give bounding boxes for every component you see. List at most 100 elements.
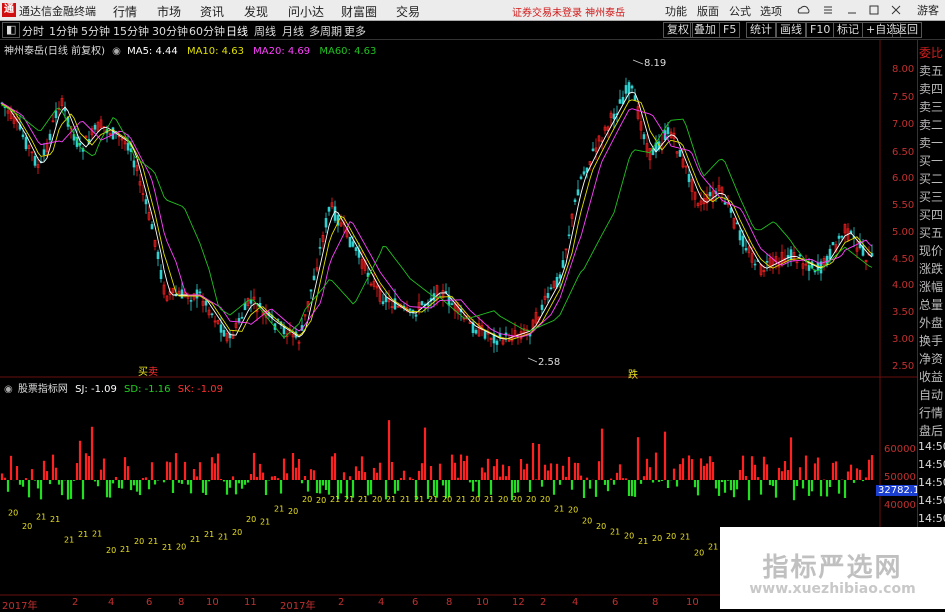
candle-body [240, 316, 244, 319]
maximize-icon[interactable] [869, 5, 879, 15]
candle-body [204, 300, 208, 306]
menu-news[interactable]: 资讯 [200, 3, 224, 20]
x-tick: 6 [612, 597, 619, 608]
signal-mark: 20 [372, 495, 382, 504]
period-monthly[interactable]: 月线 [282, 23, 304, 39]
menu-functions[interactable]: 功能 [665, 3, 687, 19]
period-more[interactable]: 更多 [344, 23, 366, 39]
panel-item[interactable]: 行情 [919, 404, 943, 421]
toolbar-left-toggle[interactable]: ◧ [2, 22, 21, 38]
panel-item[interactable]: 买三 [919, 188, 943, 205]
signal-mark: 20 [232, 528, 242, 537]
kline-chart[interactable]: 202021 212121 2120 2120 2121 202121 212020 2121… [0, 40, 917, 609]
candle-body [870, 253, 874, 257]
period-15min[interactable]: 15分钟 [113, 23, 149, 39]
toolbar-draw-line[interactable]: 画线 [776, 22, 806, 38]
toolbar-back[interactable]: 返回 [892, 22, 922, 38]
panel-item[interactable]: 买二 [919, 170, 943, 187]
panel-item[interactable]: 卖四 [919, 80, 943, 97]
panel-item[interactable]: 自动 [919, 386, 943, 403]
y-tick: 6.00 [892, 173, 915, 184]
guest-label[interactable]: 游客 [917, 2, 939, 18]
x-tick: 2 [540, 597, 547, 608]
trade-login-notice[interactable]: 证券交易未登录 神州泰岳 [512, 4, 625, 19]
panel-item[interactable]: 现价 [919, 242, 943, 259]
period-minute[interactable]: 分时 [22, 23, 44, 39]
menu-discover[interactable]: 发现 [244, 3, 268, 20]
candle-body [54, 110, 58, 119]
toolbar-overlay[interactable]: 叠加 [690, 22, 720, 38]
menu-market[interactable]: 市场 [157, 3, 181, 20]
period-1min[interactable]: 1分钟 [49, 23, 78, 39]
signal-mark: 21 [484, 495, 494, 504]
x-tick: 10 [686, 597, 699, 608]
panel-item[interactable]: 总量 [919, 296, 943, 313]
candle-body [33, 156, 37, 166]
candle-body [420, 301, 424, 306]
y-tick: 5.00 [892, 227, 915, 238]
y-tick: 8.00 [892, 64, 915, 75]
candle-body [828, 248, 832, 260]
toolbar-f5[interactable]: F5 [719, 22, 741, 38]
panel-item[interactable]: 卖一 [919, 134, 943, 151]
candle-body [351, 241, 355, 247]
menu-layout[interactable]: 版面 [697, 3, 719, 19]
candle-body [666, 127, 670, 134]
panel-item[interactable]: 净资 [919, 350, 943, 367]
y-tick: 5.50 [892, 200, 915, 211]
panel-item[interactable]: 卖二 [919, 116, 943, 133]
x-tick: 8 [178, 597, 185, 608]
menu-formula[interactable]: 公式 [729, 3, 751, 19]
menu-icon[interactable] [824, 6, 832, 14]
panel-item[interactable]: 卖五 [919, 62, 943, 79]
panel-item[interactable]: 涨幅 [919, 278, 943, 295]
toolbar-restore-rights[interactable]: 复权 [663, 22, 693, 38]
period-weekly[interactable]: 周线 [254, 23, 276, 39]
signal-mark: 20 [498, 495, 508, 504]
panel-item[interactable]: 外盘 [919, 314, 943, 331]
period-60min[interactable]: 60分钟 [189, 23, 225, 39]
candle-body [591, 148, 595, 151]
signal-mark: 21 [78, 530, 88, 539]
panel-item[interactable]: 买五 [919, 224, 943, 241]
candle-body [573, 199, 577, 202]
signal-mark: 20 [624, 531, 634, 540]
period-30min[interactable]: 30分钟 [152, 23, 188, 39]
panel-item[interactable]: 买一 [919, 152, 943, 169]
x-tick: 10 [476, 597, 489, 608]
candle-body [180, 289, 184, 299]
signal-mark: 20 [442, 495, 452, 504]
candle-body [723, 202, 727, 205]
indicator-y-tick: 40000 [884, 500, 916, 511]
panel-item[interactable]: 盘后 [919, 422, 943, 439]
candle-body [837, 235, 841, 239]
close-icon[interactable] [891, 5, 901, 15]
panel-item[interactable]: 买四 [919, 206, 943, 223]
candle-body [546, 293, 550, 298]
y-tick: 7.00 [892, 119, 915, 130]
panel-item[interactable]: 委比 [919, 44, 943, 61]
candle-body [198, 291, 202, 294]
candle-body [156, 251, 160, 260]
period-daily[interactable]: 日线 [226, 23, 248, 39]
menu-wealth-circle[interactable]: 财富圈 [341, 3, 377, 20]
toolbar-f10[interactable]: F10 [806, 22, 835, 38]
toolbar-mark[interactable]: 标记 [833, 22, 863, 38]
period-5min[interactable]: 5分钟 [81, 23, 110, 39]
candle-body [195, 289, 199, 299]
period-multi[interactable]: 多周期 [309, 23, 342, 39]
x-tick: 6 [412, 597, 419, 608]
menu-market-quotes[interactable]: 行情 [113, 3, 137, 20]
panel-item[interactable]: 涨跌 [919, 260, 943, 277]
cloud-icon[interactable] [797, 5, 810, 14]
toolbar-statistics[interactable]: 统计 [746, 22, 776, 38]
panel-item[interactable]: 收益 [919, 368, 943, 385]
panel-item[interactable]: 卖三 [919, 98, 943, 115]
menu-ask-xiaoda[interactable]: 问小达 [288, 3, 324, 20]
menu-options[interactable]: 选项 [760, 3, 782, 19]
menu-trade[interactable]: 交易 [396, 3, 420, 20]
candle-body [735, 222, 739, 225]
panel-item[interactable]: 换手 [919, 332, 943, 349]
fall-signal: 跌 [628, 370, 638, 381]
candle-body [132, 160, 136, 168]
